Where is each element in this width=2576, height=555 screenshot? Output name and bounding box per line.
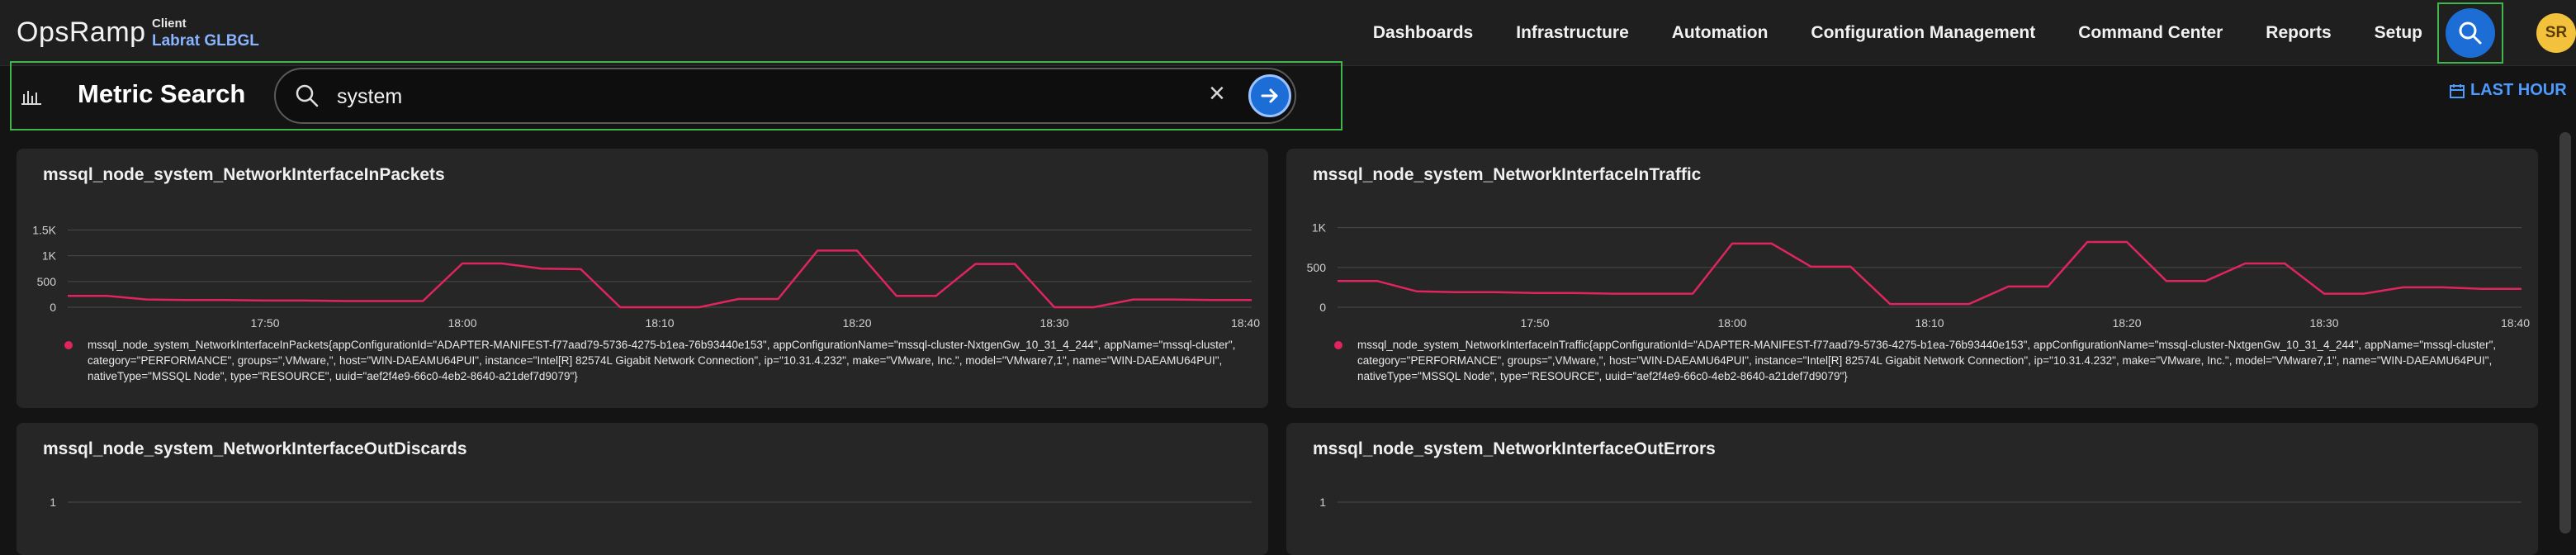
page-title: Metric Search — [78, 79, 246, 108]
x-tick-label: 18:20 — [2112, 316, 2141, 330]
nav-infrastructure[interactable]: Infrastructure — [1516, 23, 1629, 43]
top-nav-bar: OpsRamp Client Labrat GLBGL Dashboards I… — [0, 0, 2576, 66]
search-submit-button[interactable] — [1248, 74, 1291, 117]
line-chart: 1 — [1319, 496, 2522, 509]
user-avatar[interactable]: SR — [2536, 13, 2576, 53]
metric-panel-out-discards: mssql_node_system_NetworkInterfaceOutDis… — [17, 423, 1268, 555]
metric-search-input[interactable] — [335, 79, 1164, 114]
arrow-right-icon — [1261, 88, 1278, 103]
metric-search-bar: Metric Search × — [10, 61, 1342, 130]
nav-reports[interactable]: Reports — [2266, 23, 2331, 43]
client-label: Client — [152, 17, 187, 31]
nav-configuration-management[interactable]: Configuration Management — [1811, 23, 2035, 43]
calendar-icon — [2450, 83, 2465, 98]
line-chart: 1 — [50, 496, 1252, 509]
chart-legend[interactable]: mssql_node_system_NetworkInterfaceInPack… — [64, 337, 1260, 384]
client-name[interactable]: Labrat GLBGL — [152, 31, 259, 51]
y-tick-label: 500 — [1307, 261, 1327, 274]
y-tick-label: 1.5K — [32, 223, 56, 236]
x-tick-label: 18:00 — [1717, 316, 1746, 330]
metric-panel-in-traffic: mssql_node_system_NetworkInterfaceInTraf… — [1286, 149, 2538, 408]
y-tick-label: 0 — [50, 301, 56, 314]
series-line — [1338, 240, 2522, 306]
x-tick-label: 17:50 — [1520, 316, 1549, 330]
metric-panel-out-errors: mssql_node_system_NetworkInterfaceOutErr… — [1286, 423, 2538, 555]
page-scrollbar[interactable] — [2559, 132, 2571, 534]
nav-command-center[interactable]: Command Center — [2078, 23, 2223, 43]
global-search-button[interactable] — [2437, 2, 2503, 64]
chart-legend[interactable]: mssql_node_system_NetworkInterfaceInTraf… — [1334, 337, 2530, 384]
time-range-selector[interactable]: LAST HOUR — [2449, 81, 2567, 100]
series-color-dot — [64, 341, 73, 349]
x-tick-label: 18:10 — [1915, 316, 1944, 330]
search-button-circle[interactable] — [2446, 8, 2495, 58]
x-tick-label: 18:10 — [645, 316, 674, 330]
y-tick-label: 500 — [37, 275, 57, 288]
metric-search-box[interactable]: × — [274, 68, 1296, 124]
nav-setup[interactable]: Setup — [2375, 23, 2422, 43]
client-selector[interactable]: Client Labrat GLBGL — [152, 17, 259, 51]
x-tick-label: 18:40 — [1231, 316, 1260, 330]
legend-series-label: mssql_node_system_NetworkInterfaceInPack… — [88, 339, 1236, 382]
search-icon — [296, 84, 319, 107]
x-tick-label: 18:00 — [447, 316, 476, 330]
x-tick-label: 18:30 — [1039, 316, 1068, 330]
y-tick-label: 1 — [1319, 496, 1326, 509]
bar-chart-icon[interactable] — [18, 83, 43, 107]
clear-icon[interactable]: × — [1209, 78, 1225, 110]
x-tick-label: 18:40 — [2501, 316, 2530, 330]
time-range-label: LAST HOUR — [2470, 81, 2567, 99]
series-line — [68, 249, 1252, 309]
nav-automation[interactable]: Automation — [1672, 23, 1769, 43]
y-tick-label: 1K — [42, 249, 57, 263]
legend-series-label: mssql_node_system_NetworkInterfaceInTraf… — [1357, 339, 2497, 382]
y-tick-label: 1K — [1312, 221, 1327, 235]
main-nav: Dashboards Infrastructure Automation Con… — [1373, 0, 2422, 66]
x-tick-label: 18:20 — [842, 316, 871, 330]
x-tick-label: 18:30 — [2309, 316, 2338, 330]
metric-panel-in-packets: mssql_node_system_NetworkInterfaceInPack… — [17, 149, 1268, 408]
search-icon — [2459, 21, 2482, 45]
y-tick-label: 1 — [50, 496, 56, 509]
y-tick-label: 0 — [1319, 301, 1326, 314]
nav-dashboards[interactable]: Dashboards — [1373, 23, 1473, 43]
series-color-dot — [1334, 341, 1342, 349]
opsramp-logo[interactable]: OpsRamp — [17, 17, 146, 49]
x-tick-label: 17:50 — [250, 316, 279, 330]
